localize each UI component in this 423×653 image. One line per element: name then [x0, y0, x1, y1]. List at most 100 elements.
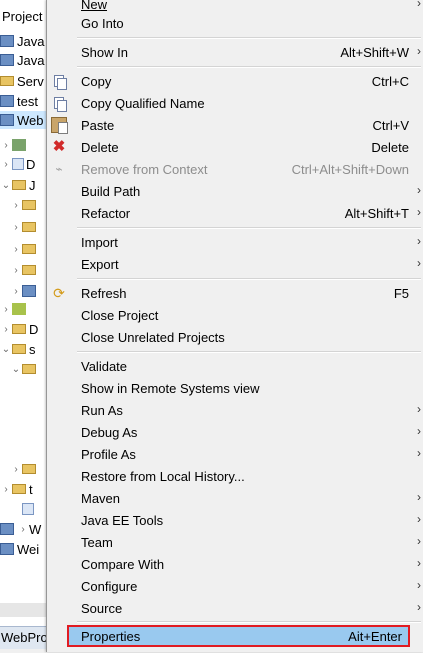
folder-icon — [12, 484, 26, 494]
folder-icon — [12, 344, 26, 354]
bottom-tab[interactable]: WebPro — [0, 626, 49, 649]
tree-item[interactable]: › — [0, 300, 29, 318]
tree-item[interactable]: Java — [0, 32, 44, 50]
expand-icon[interactable]: › — [0, 140, 12, 151]
expand-icon[interactable]: › — [10, 222, 22, 233]
delete-icon: ✖ — [52, 138, 66, 155]
collapse-icon[interactable]: ⌄ — [0, 344, 12, 355]
menu-item-validate[interactable]: Validate — [47, 355, 423, 377]
menu-item-restore-from-local-history[interactable]: Restore from Local History... — [47, 465, 423, 487]
node-icon — [12, 139, 26, 151]
menu-item-close-unrelated-projects[interactable]: Close Unrelated Projects — [47, 326, 423, 348]
expand-icon[interactable]: › — [10, 286, 22, 297]
menu-item-delete[interactable]: ✖ Delete Delete — [47, 136, 423, 158]
menu-item-label: Validate — [81, 359, 128, 374]
submenu-arrow-icon: › — [417, 512, 421, 526]
tree-item[interactable]: ⌄ s — [0, 340, 36, 358]
menu-item-export[interactable]: Export › — [47, 253, 423, 275]
remove-from-context-icon: ⌁ — [55, 162, 63, 176]
menu-item-shortcut: Ctrl+Alt+Shift+Down — [291, 162, 409, 177]
tree-item[interactable]: › t — [0, 480, 32, 498]
tree-item[interactable]: › — [10, 218, 39, 236]
collapse-icon[interactable]: ⌄ — [10, 364, 22, 375]
menu-item-show-in[interactable]: Show In Alt+Shift+W › — [47, 41, 423, 63]
expand-icon[interactable]: › — [17, 524, 29, 535]
menu-item-maven[interactable]: Maven › — [47, 487, 423, 509]
expand-icon[interactable]: › — [10, 464, 22, 475]
collapse-icon[interactable]: ⌄ — [0, 180, 12, 191]
submenu-arrow-icon: › — [417, 0, 421, 10]
menu-item-debug-as[interactable]: Debug As › — [47, 421, 423, 443]
menu-item-copy[interactable]: Copy Ctrl+C — [47, 70, 423, 92]
file-icon — [22, 503, 34, 515]
copy-icon — [51, 73, 67, 90]
tree-item[interactable]: Java — [0, 51, 44, 69]
menu-item-paste[interactable]: Paste Ctrl+V — [47, 114, 423, 136]
paste-icon — [51, 117, 68, 134]
menu-item-shortcut: Ait+Enter — [348, 629, 402, 644]
menu-item-go-into[interactable]: Go Into — [47, 12, 423, 34]
menu-item-run-as[interactable]: Run As › — [47, 399, 423, 421]
tree-item[interactable]: › — [10, 196, 39, 214]
tree-item[interactable]: Serv — [0, 72, 44, 90]
menu-item-compare-with[interactable]: Compare With › — [47, 553, 423, 575]
menu-item-team[interactable]: Team › — [47, 531, 423, 553]
tree-item[interactable]: Wei — [0, 540, 39, 558]
menu-item-label: Source — [81, 601, 123, 616]
project-icon — [0, 543, 14, 555]
tree-item[interactable]: › — [0, 136, 29, 154]
menu-item-label: Copy Qualified Name — [81, 96, 205, 111]
refresh-icon: ⟳ — [53, 285, 65, 301]
folder-icon — [12, 324, 26, 334]
menu-item-configure[interactable]: Configure › — [47, 575, 423, 597]
tree-item[interactable]: test — [0, 92, 38, 110]
tree-item[interactable]: › W — [0, 520, 41, 538]
menu-item-properties[interactable]: Properties Ait+Enter — [67, 625, 410, 647]
expand-icon[interactable]: › — [0, 324, 12, 335]
expand-icon[interactable]: › — [0, 159, 12, 170]
menu-item-refresh[interactable]: ⟳ Refresh F5 — [47, 282, 423, 304]
menu-item-profile-as[interactable]: Profile As › — [47, 443, 423, 465]
expand-icon[interactable]: › — [0, 484, 12, 495]
menu-item-close-project[interactable]: Close Project — [47, 304, 423, 326]
tree-item[interactable]: › — [10, 282, 39, 300]
menu-item-label: Show in Remote Systems view — [81, 381, 260, 396]
menu-item-show-in-remote-systems[interactable]: Show in Remote Systems view — [47, 377, 423, 399]
tree-item[interactable]: › — [10, 240, 39, 258]
tree-item-label: W — [29, 521, 42, 537]
menu-item-build-path[interactable]: Build Path › — [47, 180, 423, 202]
menu-item-shortcut: Delete — [371, 140, 409, 155]
expand-icon[interactable]: › — [0, 304, 12, 315]
tree-item-selected[interactable]: Web — [0, 111, 46, 129]
menu-item-import[interactable]: Import › — [47, 231, 423, 253]
expand-icon[interactable]: › — [10, 244, 22, 255]
tree-item[interactable]: › — [10, 261, 39, 279]
tree-item-label: D — [29, 321, 39, 337]
horizontal-scrollbar[interactable] — [0, 603, 46, 617]
expand-icon[interactable]: › — [10, 200, 22, 211]
expand-icon[interactable]: › — [10, 265, 22, 276]
tree-item[interactable]: ⌄ J — [0, 176, 36, 194]
tree-item[interactable]: ⌄ — [10, 360, 39, 378]
tree-item[interactable]: › D — [0, 155, 35, 173]
submenu-arrow-icon: › — [417, 256, 421, 270]
menu-item-java-ee-tools[interactable]: Java EE Tools › — [47, 509, 423, 531]
menu-item-label: Export — [81, 257, 119, 272]
submenu-arrow-icon: › — [417, 490, 421, 504]
menu-item-shortcut: Ctrl+C — [371, 74, 409, 89]
folder-icon — [0, 76, 14, 86]
menu-item-copy-qualified-name[interactable]: Copy Qualified Name — [47, 92, 423, 114]
tree-item[interactable]: › D — [0, 320, 38, 338]
tree-item[interactable] — [10, 500, 36, 518]
tree-item-label: Wei — [17, 541, 40, 557]
project-icon — [0, 54, 14, 66]
submenu-arrow-icon: › — [417, 424, 421, 438]
menu-item-source[interactable]: Source › — [47, 597, 423, 619]
menu-item-label: Compare With — [81, 557, 165, 572]
tree-item[interactable]: › — [10, 460, 39, 478]
menu-item-label: Copy — [81, 74, 112, 89]
folder-icon — [22, 200, 36, 210]
menu-item-refactor[interactable]: Refactor Alt+Shift+T › — [47, 202, 423, 224]
folder-icon — [22, 222, 36, 232]
tree-item-label: s — [29, 341, 36, 357]
